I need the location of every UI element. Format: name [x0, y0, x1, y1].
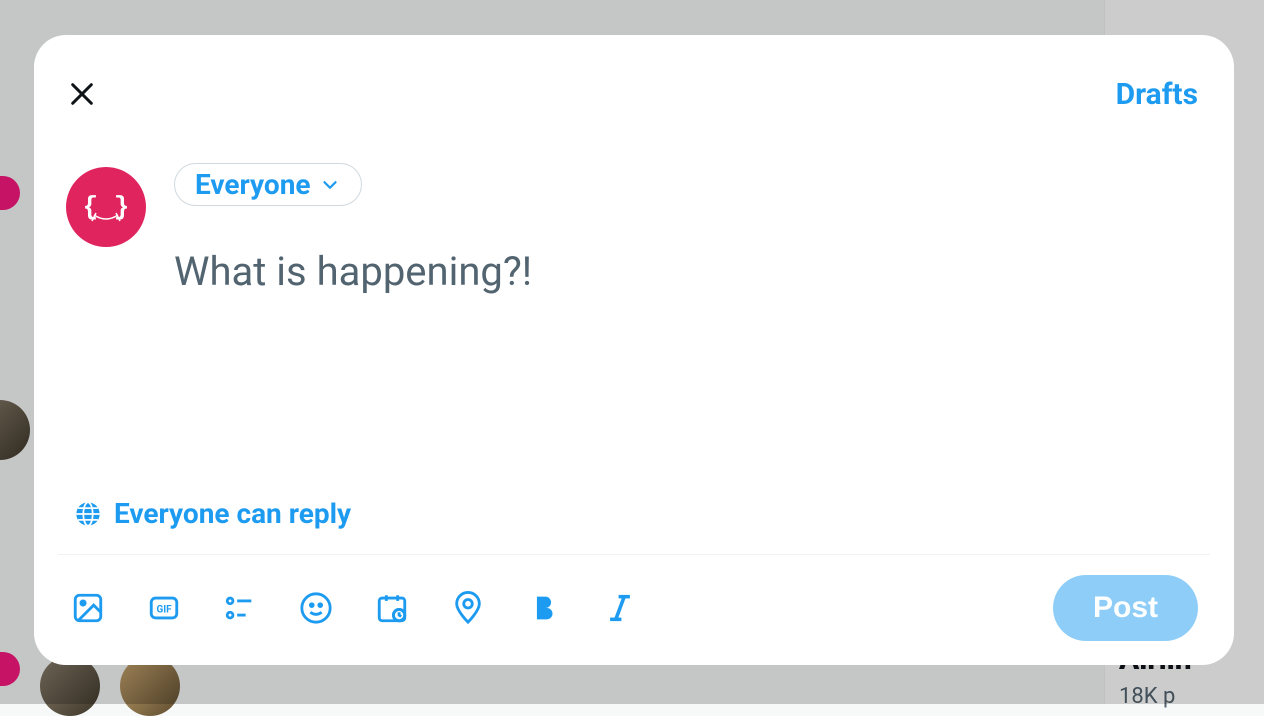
gif-icon: GIF — [147, 591, 181, 625]
schedule-button[interactable] — [374, 590, 410, 626]
compose-toolbar: GIF — [70, 590, 638, 626]
globe-icon — [74, 500, 102, 528]
avatar-image: { } — [82, 183, 130, 231]
location-icon — [451, 591, 485, 625]
close-icon — [68, 80, 96, 108]
modal-header: Drafts — [34, 35, 1234, 143]
reply-setting-label: Everyone can reply — [114, 497, 351, 530]
svg-text:GIF: GIF — [156, 604, 172, 615]
media-button[interactable] — [70, 590, 106, 626]
audience-label: Everyone — [195, 168, 311, 201]
compose-input[interactable] — [174, 248, 1214, 389]
close-button[interactable] — [60, 72, 104, 116]
italic-icon — [603, 591, 637, 625]
poll-icon — [223, 591, 257, 625]
emoji-button[interactable] — [298, 590, 334, 626]
post-button[interactable]: Post — [1053, 575, 1198, 641]
calendar-icon — [375, 591, 409, 625]
bold-button[interactable] — [526, 590, 562, 626]
svg-text:{ }: { } — [83, 192, 130, 222]
compose-main: Everyone — [174, 153, 1214, 497]
gif-button[interactable]: GIF — [146, 590, 182, 626]
user-avatar[interactable]: { } — [66, 167, 146, 247]
drafts-button[interactable]: Drafts — [1116, 77, 1198, 112]
compose-body: { } Everyone — [34, 143, 1234, 497]
emoji-icon — [299, 591, 333, 625]
italic-button[interactable] — [602, 590, 638, 626]
poll-button[interactable] — [222, 590, 258, 626]
chevron-down-icon — [319, 174, 341, 196]
image-icon — [71, 591, 105, 625]
modal-footer: GIF Post — [34, 555, 1234, 665]
audience-selector[interactable]: Everyone — [174, 163, 362, 206]
bold-icon — [527, 591, 561, 625]
compose-modal: Drafts { } Everyone Everyone can reply — [34, 35, 1234, 665]
reply-setting-button[interactable]: Everyone can reply — [34, 497, 1234, 554]
location-button[interactable] — [450, 590, 486, 626]
